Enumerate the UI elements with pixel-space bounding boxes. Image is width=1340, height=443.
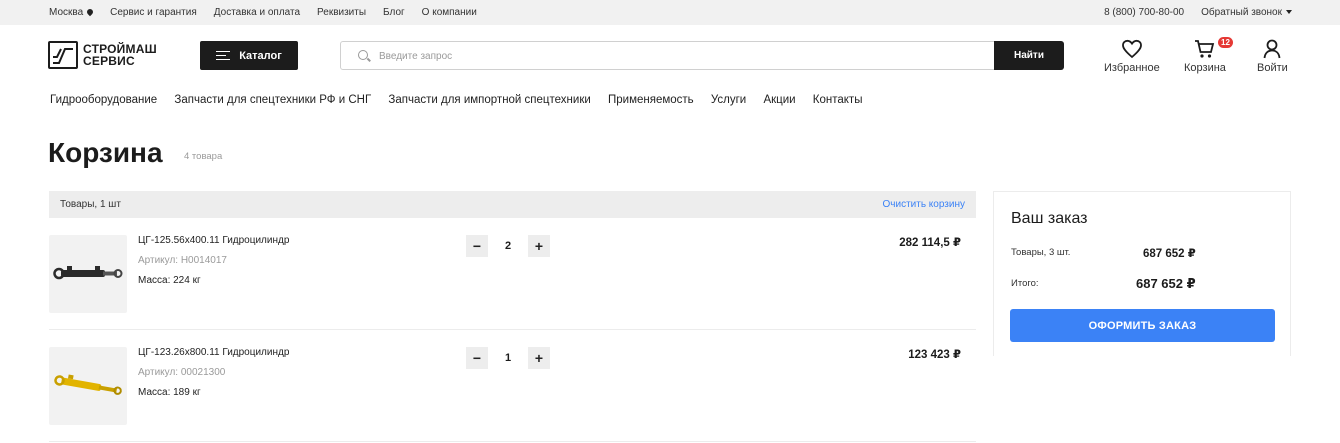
quantity-stepper: − 1 + (466, 347, 550, 369)
product-image[interactable] (49, 235, 127, 313)
product-sku: Артикул: 00021300 (138, 367, 226, 378)
product-image[interactable] (49, 347, 127, 425)
decrease-button[interactable]: − (466, 235, 488, 257)
search-icon (358, 50, 368, 60)
increase-button[interactable]: + (528, 235, 550, 257)
search-input[interactable] (379, 48, 979, 64)
logo-line-2: СЕРВИС (83, 54, 135, 68)
search-button[interactable]: Найти (994, 41, 1064, 70)
summary-goods-value: 687 652 ₽ (1143, 248, 1196, 260)
summary-total-label: Итого: (1011, 278, 1039, 289)
nav-item-contacts[interactable]: Контакты (813, 94, 863, 106)
cart-row: ЦГ-125.56х400.11 Гидроцилиндр Артикул: Н… (49, 218, 976, 330)
summary-title: Ваш заказ (1011, 210, 1088, 227)
nav-item-services[interactable]: Услуги (711, 94, 746, 106)
logo[interactable]: СТРОЙМАШ СЕРВИС (48, 41, 157, 69)
cart-row: ЦГ-123.26х800.11 Гидроцилиндр Артикул: 0… (49, 330, 976, 442)
favorites-link[interactable]: Избранное (1104, 38, 1160, 74)
page-title: Корзина (48, 137, 163, 168)
nav-item-promotions[interactable]: Акции (763, 94, 795, 106)
item-count: 4 товара (184, 151, 223, 162)
nav-item-parts-import[interactable]: Запчасти для импортной спецтехники (388, 94, 590, 106)
callback-label: Обратный звонок (1201, 7, 1282, 18)
chevron-down-icon (1286, 10, 1292, 14)
product-price: 123 423 ₽ (908, 349, 961, 361)
order-summary: Ваш заказ Товары, 3 шт. 687 652 ₽ Итого:… (993, 191, 1291, 356)
logo-mark-icon (48, 41, 78, 69)
cart-link[interactable]: 12 Корзина (1184, 37, 1233, 74)
product-name[interactable]: ЦГ-123.26х800.11 Гидроцилиндр (138, 347, 289, 358)
city-label: Москва (49, 7, 84, 18)
cart-label: Корзина (1184, 62, 1226, 74)
summary-total-value: 687 652 ₽ (1136, 276, 1196, 291)
top-bar: Москва Сервис и гарантия Доставка и опла… (0, 0, 1340, 25)
cart-list-header: Товары, 1 шт Очистить корзину (49, 191, 976, 218)
callback-dropdown[interactable]: Обратный звонок (1201, 7, 1292, 18)
topbar-link-delivery[interactable]: Доставка и оплата (214, 7, 300, 18)
user-icon (1257, 38, 1288, 60)
topbar-link-blog[interactable]: Блог (383, 7, 405, 18)
decrease-button[interactable]: − (466, 347, 488, 369)
quantity-value[interactable]: 2 (488, 235, 528, 257)
nav-item-hydraulics[interactable]: Гидрооборудование (50, 94, 157, 106)
topbar-link-about[interactable]: О компании (422, 7, 477, 18)
product-price: 282 114,5 ₽ (899, 237, 961, 249)
topbar-link-requisites[interactable]: Реквизиты (317, 7, 366, 18)
nav-item-applicability[interactable]: Применяемость (608, 94, 694, 106)
checkout-button[interactable]: ОФОРМИТЬ ЗАКАЗ (1010, 309, 1275, 342)
phone-link[interactable]: 8 (800) 700-80-00 (1104, 7, 1184, 18)
catalog-button[interactable]: Каталог (200, 41, 298, 70)
product-mass: Масса: 224 кг (138, 275, 201, 286)
topbar-link-service[interactable]: Сервис и гарантия (110, 7, 197, 18)
search-bar: Найти (340, 41, 1064, 70)
product-sku: Артикул: Н0014017 (138, 255, 227, 266)
favorites-label: Избранное (1104, 62, 1160, 74)
cart-count-badge: 12 (1218, 37, 1233, 48)
heart-icon (1104, 38, 1160, 60)
quantity-stepper: − 2 + (466, 235, 550, 257)
cart-goods-count: Товары, 1 шт (60, 199, 121, 210)
menu-icon (216, 50, 231, 61)
catalog-label: Каталог (239, 49, 282, 62)
login-label: Войти (1257, 62, 1288, 74)
nav-item-parts-rf[interactable]: Запчасти для спецтехники РФ и СНГ (174, 94, 371, 106)
product-name[interactable]: ЦГ-125.56х400.11 Гидроцилиндр (138, 235, 289, 246)
clear-cart-link[interactable]: Очистить корзину (883, 199, 966, 210)
cart-icon: 12 (1184, 37, 1233, 60)
quantity-value[interactable]: 1 (488, 347, 528, 369)
summary-goods-label: Товары, 3 шт. (1011, 247, 1071, 258)
city-selector[interactable]: Москва (49, 7, 95, 18)
login-link[interactable]: Войти (1257, 38, 1288, 74)
location-pin-icon (85, 7, 95, 17)
main-nav: Гидрооборудование Запчасти для спецтехни… (50, 94, 876, 106)
increase-button[interactable]: + (528, 347, 550, 369)
product-mass: Масса: 189 кг (138, 387, 201, 398)
